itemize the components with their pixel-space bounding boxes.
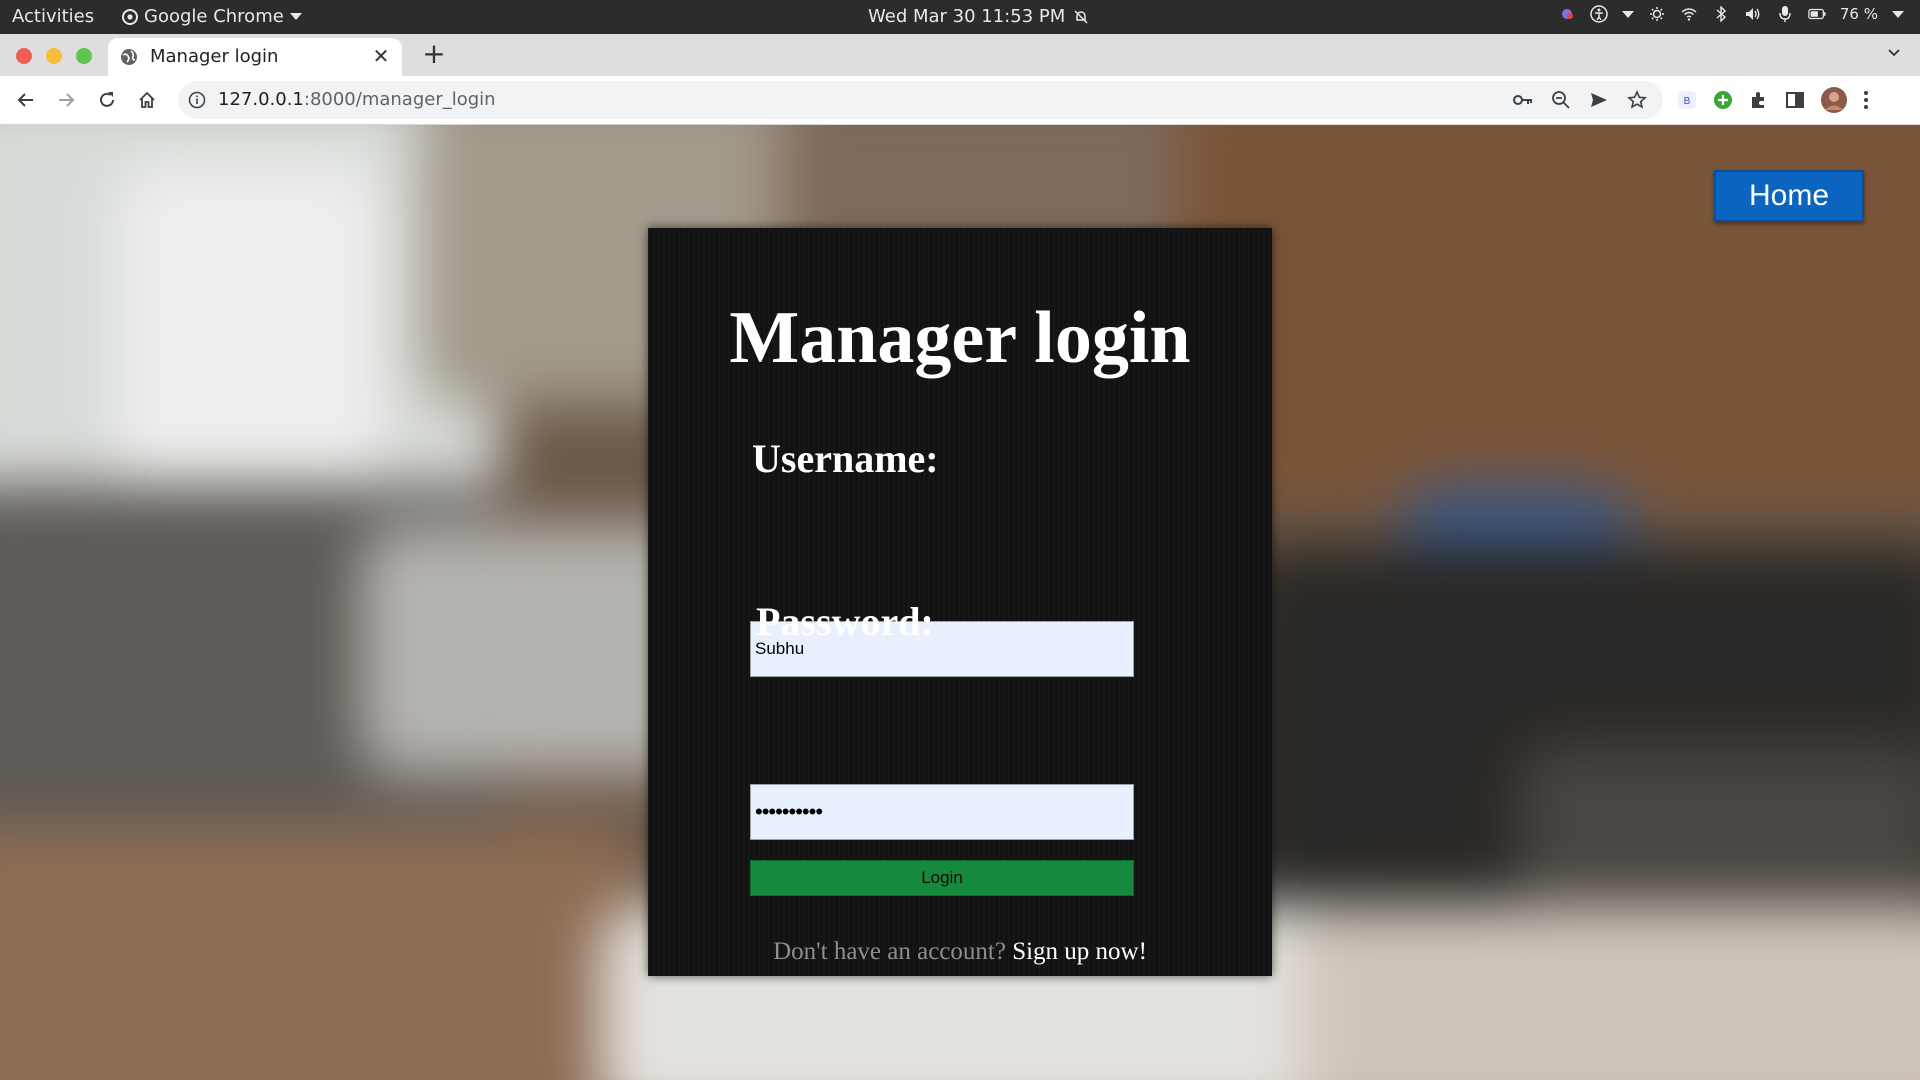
browser-toolbar: 127.0.0.1:8000/manager_login B (0, 76, 1920, 125)
signup-link[interactable]: Sign up now! (1012, 938, 1147, 965)
side-panel-icon[interactable] (1784, 89, 1806, 111)
minimize-window-button[interactable] (46, 48, 62, 64)
login-button[interactable]: Login (750, 860, 1134, 896)
datetime-label: Wed Mar 30 11:53 PM (868, 6, 1066, 27)
back-icon[interactable] (14, 88, 38, 112)
chevron-down-icon[interactable] (1892, 10, 1904, 18)
microphone-icon (1776, 5, 1794, 23)
home-icon[interactable] (135, 88, 159, 112)
globe-icon (120, 48, 138, 66)
url-text[interactable]: 127.0.0.1:8000/manager_login (218, 89, 496, 110)
bookmark-star-icon[interactable] (1627, 90, 1647, 110)
key-icon[interactable] (1513, 93, 1533, 107)
wifi-icon (1680, 5, 1698, 23)
notifications-muted-icon (1073, 9, 1089, 25)
extension-plus-icon[interactable] (1712, 89, 1734, 111)
signup-prompt-text: Don't have an account? (773, 938, 1006, 965)
battery-icon (1808, 5, 1826, 23)
forward-icon[interactable] (54, 88, 78, 112)
page-viewport: Home Manager login Username: Subhu Passw… (0, 125, 1920, 1080)
profile-avatar[interactable] (1820, 86, 1848, 114)
url-host: 127.0.0.1 (218, 89, 304, 110)
close-tab-icon[interactable]: ✕ (370, 44, 392, 68)
accessibility-icon[interactable] (1590, 5, 1608, 23)
chevron-down-icon (289, 13, 302, 20)
clock[interactable]: Wed Mar 30 11:53 PM (868, 6, 1089, 27)
login-card: Manager login Username: Subhu Password: … (648, 228, 1272, 976)
tab-title: Manager login (150, 46, 279, 67)
omnibox-actions (1513, 90, 1647, 110)
activities-button[interactable]: Activities (12, 6, 94, 27)
reload-icon[interactable] (95, 88, 119, 112)
chrome-icon (122, 8, 138, 25)
tab-search-icon[interactable] (1886, 44, 1902, 60)
kebab-menu-icon[interactable] (1862, 89, 1870, 111)
screen-share-icon (1558, 5, 1576, 23)
page-title: Manager login (729, 297, 1191, 379)
extensions-puzzle-icon[interactable] (1748, 89, 1770, 111)
username-label: Username: (752, 436, 939, 481)
chevron-down-icon[interactable] (1621, 10, 1634, 18)
system-top-bar: Activities Google Chrome Wed Mar 30 11:5… (0, 0, 1920, 34)
signup-prompt: Don't have an account? Sign up now! (648, 938, 1272, 966)
tab-strip: Manager login ✕ + (0, 34, 1920, 76)
site-info-icon[interactable] (188, 91, 206, 109)
system-tray[interactable]: 76 % (1558, 5, 1904, 23)
app-menu-label: Google Chrome (144, 6, 284, 27)
app-menu[interactable]: Google Chrome (122, 6, 302, 27)
volume-icon (1744, 5, 1762, 23)
bluetooth-icon (1712, 5, 1730, 23)
password-field[interactable]: •••••••••• (750, 784, 1134, 840)
send-icon[interactable] (1589, 91, 1609, 109)
battery-percent: 76 % (1839, 5, 1878, 23)
svg-text:B: B (1684, 96, 1691, 107)
home-button[interactable]: Home (1714, 170, 1864, 222)
zoom-out-icon[interactable] (1551, 90, 1571, 110)
address-bar[interactable]: 127.0.0.1:8000/manager_login (178, 81, 1663, 119)
new-tab-button[interactable]: + (420, 38, 448, 70)
extensions-area: B (1676, 86, 1870, 114)
password-label: Password: (756, 599, 934, 644)
tab-manager-login[interactable]: Manager login ✕ (108, 38, 402, 76)
extension-b-icon[interactable]: B (1676, 89, 1698, 111)
maximize-window-button[interactable] (76, 48, 92, 64)
close-window-button[interactable] (16, 48, 32, 64)
url-path: :8000/manager_login (303, 89, 496, 110)
brightness-icon (1648, 5, 1666, 23)
